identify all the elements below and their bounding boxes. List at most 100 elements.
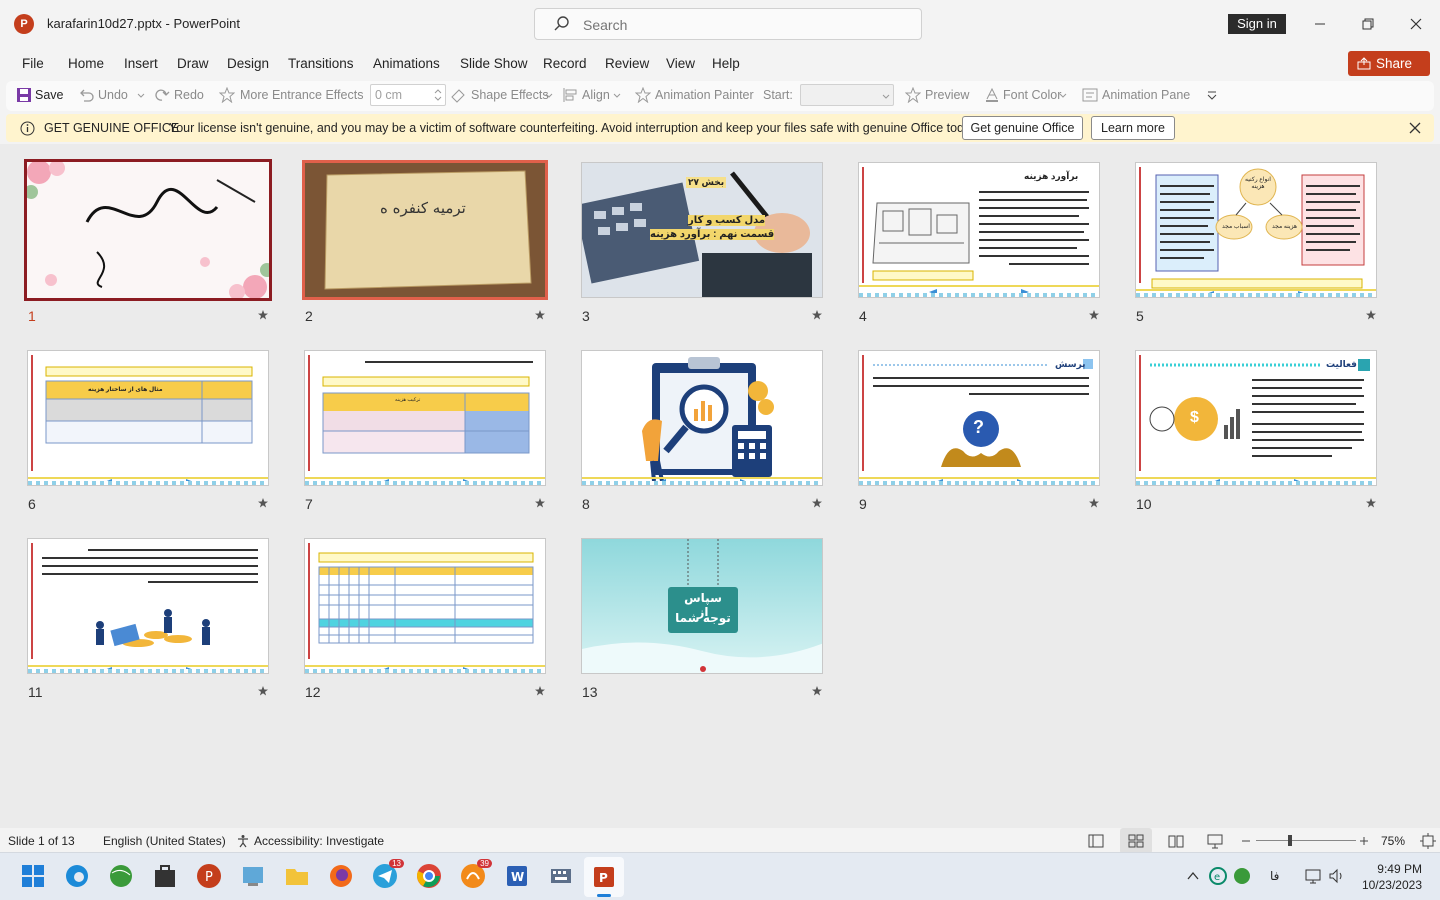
menu-file[interactable]: File bbox=[22, 56, 44, 71]
reading-view-icon[interactable] bbox=[1168, 833, 1184, 849]
telegram-app[interactable]: 13 bbox=[372, 859, 404, 889]
slide-thumbnail-3[interactable]: بخش ۲۷ مدل کسب و کار قسمت نهم : برآورد ه… bbox=[581, 162, 823, 298]
slide-6-table-header: مثال های از ساختار هزینه bbox=[88, 387, 163, 393]
word-icon[interactable]: W bbox=[504, 863, 530, 889]
undo-button[interactable]: Undo bbox=[98, 88, 128, 102]
slide-thumbnail-9[interactable]: ? پرسش bbox=[858, 350, 1100, 486]
orange-app[interactable]: 39 bbox=[460, 859, 492, 889]
network-icon[interactable] bbox=[1304, 867, 1322, 885]
slide-thumbnail-2[interactable]: ترمیه کنفره ه bbox=[302, 160, 548, 300]
menu-record[interactable]: Record bbox=[543, 56, 587, 71]
zoom-in-icon[interactable] bbox=[1358, 833, 1370, 849]
zoom-out-icon[interactable] bbox=[1240, 833, 1252, 849]
undo-icon bbox=[80, 89, 94, 102]
file-explorer-icon[interactable] bbox=[284, 863, 310, 889]
slide-thumbnail-13[interactable]: سپاس از توجه شما bbox=[581, 538, 823, 674]
slide-sorter-view-button[interactable] bbox=[1120, 828, 1152, 854]
tray-globe-icon[interactable] bbox=[1233, 867, 1251, 885]
redo-button[interactable]: Redo bbox=[174, 88, 204, 102]
menu-review[interactable]: Review bbox=[605, 56, 649, 71]
ribbon-overflow-icon[interactable] bbox=[1206, 87, 1218, 103]
zoom-slider[interactable] bbox=[1256, 835, 1356, 846]
message-close-icon[interactable] bbox=[1408, 121, 1422, 135]
slide-number: 12 bbox=[305, 684, 321, 700]
spinner-arrows-icon[interactable] bbox=[434, 87, 442, 103]
animation-star-icon bbox=[812, 686, 822, 696]
slide-thumbnail-6[interactable]: مثال های از ساختار هزینه bbox=[27, 350, 269, 486]
zoom-level[interactable]: 75% bbox=[1381, 834, 1405, 848]
restore-icon[interactable] bbox=[1356, 12, 1380, 36]
animation-star-icon bbox=[1089, 498, 1099, 508]
animation-pane-button[interactable]: Animation Pane bbox=[1102, 88, 1190, 102]
menu-slide-show[interactable]: Slide Show bbox=[460, 56, 528, 71]
undo-dropdown-icon[interactable] bbox=[136, 87, 146, 103]
menu-help[interactable]: Help bbox=[712, 56, 740, 71]
slide-thumbnail-11[interactable] bbox=[27, 538, 269, 674]
slide-thumbnail-4[interactable]: برآورد هزینه bbox=[858, 162, 1100, 298]
close-icon[interactable] bbox=[1404, 12, 1428, 36]
slide-thumbnail-7[interactable]: ترکیب هزینه bbox=[304, 350, 546, 486]
language-status[interactable]: English (United States) bbox=[103, 834, 226, 848]
align-dropdown-icon[interactable] bbox=[612, 87, 622, 103]
slide-thumbnail-10[interactable]: $ فعالیت bbox=[1135, 350, 1377, 486]
distance-input[interactable] bbox=[375, 87, 431, 103]
menu-home[interactable]: Home bbox=[68, 56, 104, 71]
sign-in-button[interactable]: Sign in bbox=[1228, 14, 1286, 34]
menu-transitions[interactable]: Transitions bbox=[288, 56, 354, 71]
app-p-icon[interactable]: P bbox=[196, 863, 222, 889]
save-button[interactable]: Save bbox=[35, 88, 64, 102]
input-language[interactable]: فا bbox=[1270, 869, 1279, 883]
slide-thumbnail-12[interactable] bbox=[304, 538, 546, 674]
search-input[interactable] bbox=[583, 14, 903, 36]
slide-7-table-header: ترکیب هزینه bbox=[395, 397, 421, 403]
search-box[interactable] bbox=[534, 8, 922, 40]
shape-effects-dropdown-icon[interactable] bbox=[544, 87, 554, 103]
share-button[interactable]: Share bbox=[1348, 51, 1430, 76]
preview-button[interactable]: Preview bbox=[925, 88, 969, 102]
align-button[interactable]: Align bbox=[582, 88, 610, 102]
menu-design[interactable]: Design bbox=[227, 56, 269, 71]
firefox-icon[interactable] bbox=[328, 863, 354, 889]
tray-e-icon[interactable]: e bbox=[1209, 867, 1227, 885]
menu-bar: File Home Insert Draw Design Transitions… bbox=[0, 48, 1440, 80]
clock[interactable]: 9:49 PM 10/23/2023 bbox=[1356, 861, 1422, 893]
accessibility-status[interactable]: Accessibility: Investigate bbox=[254, 834, 384, 848]
windows-start-icon[interactable] bbox=[20, 863, 46, 889]
menu-view[interactable]: View bbox=[666, 56, 695, 71]
powerpoint-taskbar-button[interactable]: P bbox=[584, 857, 624, 897]
distance-spinner[interactable] bbox=[370, 84, 446, 106]
share-label: Share bbox=[1376, 56, 1413, 71]
slide-thumbnail-8[interactable] bbox=[581, 350, 823, 486]
slide-number: 2 bbox=[305, 308, 313, 324]
animation-painter-button[interactable]: Animation Painter bbox=[655, 88, 754, 102]
slide-number: 11 bbox=[28, 684, 43, 700]
store-icon[interactable] bbox=[152, 863, 178, 889]
normal-view-icon[interactable] bbox=[1088, 833, 1104, 849]
slide-5-right-label: هزینه مجد bbox=[1272, 224, 1298, 230]
edge-browser-icon[interactable] bbox=[64, 863, 90, 889]
chrome-icon[interactable] bbox=[416, 863, 442, 889]
menu-draw[interactable]: Draw bbox=[177, 56, 209, 71]
font-color-button[interactable]: Font Color bbox=[1003, 88, 1061, 102]
menu-animations[interactable]: Animations bbox=[373, 56, 440, 71]
slide-number: 4 bbox=[859, 308, 867, 324]
slide-thumbnail-5[interactable]: انواع رکنیه هزینه اسباب مجد هزینه مجد bbox=[1135, 162, 1377, 298]
menu-insert[interactable]: Insert bbox=[124, 56, 158, 71]
fit-to-window-icon[interactable] bbox=[1420, 833, 1436, 849]
title-bar: P karafarin10d27.pptx - PowerPoint Sign … bbox=[0, 0, 1440, 48]
shape-effects-button[interactable]: Shape Effects bbox=[471, 88, 549, 102]
chevron-up-icon[interactable] bbox=[1186, 869, 1200, 883]
slide-show-icon[interactable] bbox=[1207, 833, 1223, 849]
keyboard-app-icon[interactable] bbox=[548, 863, 574, 889]
start-select[interactable] bbox=[800, 84, 894, 106]
volume-icon[interactable] bbox=[1328, 867, 1346, 885]
globe-app-icon[interactable] bbox=[108, 863, 134, 889]
zoom-slider-thumb[interactable] bbox=[1288, 835, 1292, 846]
minimize-icon[interactable] bbox=[1308, 12, 1332, 36]
more-entrance-effects-button[interactable]: More Entrance Effects bbox=[240, 88, 363, 102]
font-color-dropdown-icon[interactable] bbox=[1058, 87, 1068, 103]
get-genuine-office-button[interactable]: Get genuine Office bbox=[962, 116, 1083, 140]
learn-more-button[interactable]: Learn more bbox=[1091, 116, 1175, 140]
control-panel-icon[interactable] bbox=[240, 863, 266, 889]
slide-thumbnail-1[interactable] bbox=[24, 159, 272, 301]
